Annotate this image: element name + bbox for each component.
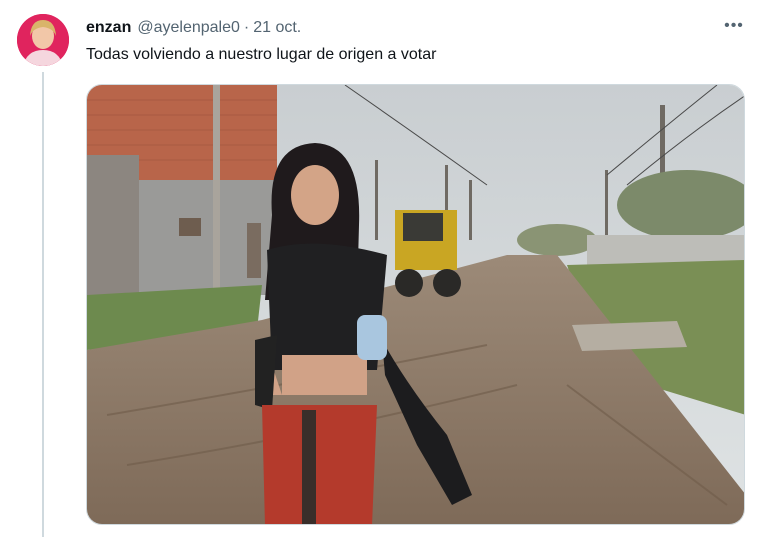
tweet-photo[interactable] [86,84,745,525]
more-horizontal-icon: ••• [724,17,744,34]
avatar-image [17,14,69,66]
tweet-header: enzan @ayelenpale0 · 21 oct. [86,17,301,39]
author-name[interactable]: enzan [86,19,131,37]
thread-line [42,72,44,537]
more-button[interactable]: ••• [720,14,748,38]
photo-illustration [87,85,744,524]
separator: · [243,19,250,36]
tweet-text: Todas volviendo a nuestro lugar de orige… [86,46,437,63]
tweet[interactable]: enzan @ayelenpale0 · 21 oct. ••• Todas v… [0,0,767,537]
author-handle[interactable]: @ayelenpale0 [137,19,240,37]
tweet-date[interactable]: 21 oct. [253,19,301,37]
avatar[interactable] [17,14,69,66]
